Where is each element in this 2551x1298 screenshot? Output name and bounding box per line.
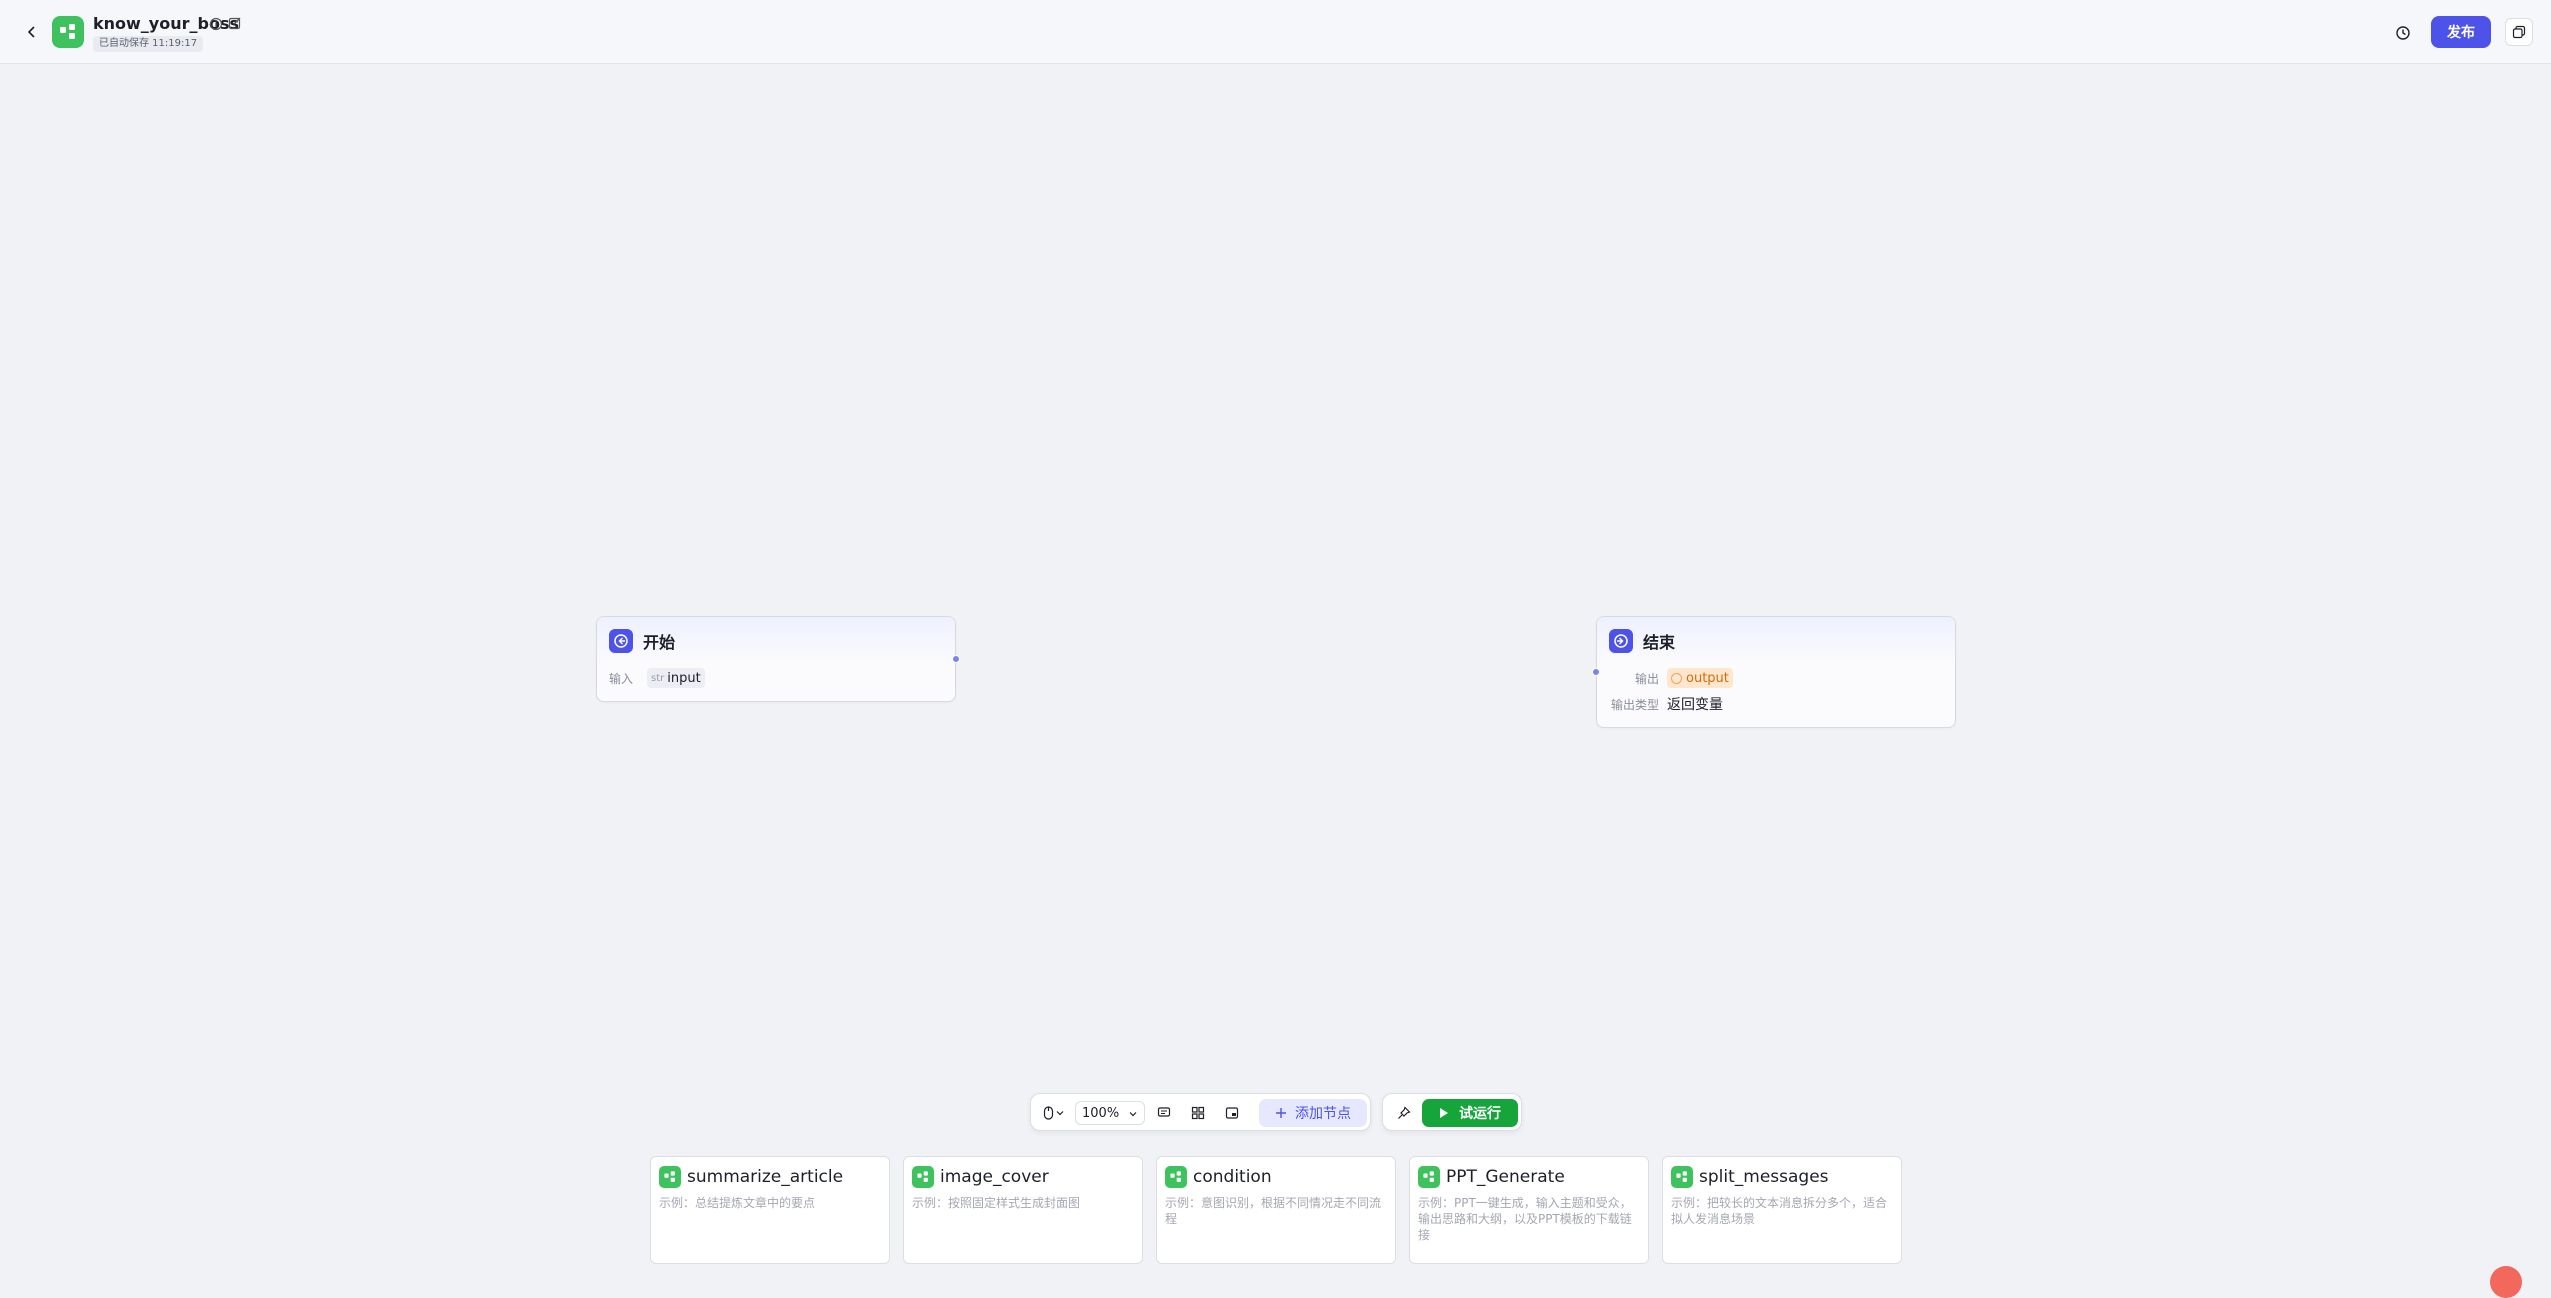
save-status: 已自动保存 11:19:17 — [93, 36, 204, 52]
chevron-down-icon — [1056, 1111, 1064, 1116]
template-card-image-cover[interactable]: image_cover 示例：按照固定样式生成封面图 — [903, 1156, 1143, 1264]
end-node-input-port[interactable] — [1592, 668, 1600, 676]
start-node-header: 开始 — [597, 617, 955, 665]
chevron-left-icon — [27, 26, 35, 38]
test-run-button[interactable]: 试运行 — [1422, 1099, 1518, 1127]
chevron-down-icon — [1129, 1112, 1137, 1117]
comment-button[interactable] — [1153, 1102, 1175, 1124]
minimap-icon — [1225, 1107, 1239, 1119]
end-node-output-type-row: 输出类型 返回变量 — [1597, 691, 1955, 717]
input-label: 输入 — [609, 671, 634, 686]
end-node-title: 结束 — [1643, 633, 1676, 652]
template-description: 示例：把较长的文本消息拆分多个，适合拟人发消息场景 — [1671, 1196, 1888, 1226]
output-variable-tag: output — [1667, 668, 1733, 688]
start-node[interactable]: 开始 输入 str input — [596, 616, 956, 702]
end-node-header: 结束 — [1597, 617, 1955, 665]
workflow-icon — [52, 16, 84, 48]
plus-icon — [1276, 1108, 1286, 1118]
zoom-value: 100% — [1082, 1105, 1120, 1121]
comment-icon — [1157, 1107, 1171, 1117]
info-icon[interactable] — [209, 17, 223, 31]
test-run-label: 试运行 — [1459, 1106, 1501, 1122]
input-variable-tag: str input — [647, 668, 705, 688]
warning-icon — [1671, 672, 1682, 684]
input-type: str — [651, 672, 665, 684]
template-title: split_messages — [1699, 1167, 1829, 1187]
workflow-icon — [659, 1166, 681, 1188]
end-node-icon — [1609, 629, 1633, 653]
add-node-button[interactable]: 添加节点 — [1259, 1099, 1367, 1127]
copy-button[interactable] — [2505, 18, 2533, 46]
end-node[interactable]: 结束 输出 output 输出类型 返回变量 — [1596, 616, 1956, 728]
copy-icon — [2512, 25, 2526, 39]
assistant-avatar[interactable] — [2490, 1266, 2522, 1298]
start-node-title: 开始 — [643, 633, 676, 652]
template-description: 示例：意图识别，根据不同情况走不同流程 — [1165, 1196, 1382, 1226]
start-node-input-row: 输入 str input — [597, 665, 955, 691]
template-description: 示例：按照固定样式生成封面图 — [912, 1196, 1081, 1210]
output-label: 输出 — [1634, 671, 1659, 686]
minimap-button[interactable] — [1221, 1102, 1243, 1124]
layout-icon — [1191, 1106, 1205, 1120]
workflow-icon — [912, 1166, 934, 1188]
template-title: summarize_article — [687, 1167, 844, 1187]
run-toolbar: 试运行 — [1382, 1093, 1522, 1131]
workflow-icon — [1671, 1166, 1693, 1188]
workflow-icon — [1418, 1166, 1440, 1188]
pin-button[interactable] — [1393, 1102, 1415, 1124]
history-button[interactable] — [2390, 20, 2416, 46]
template-title: image_cover — [940, 1167, 1049, 1187]
canvas-toolbar: 100% 添加节点 — [1030, 1093, 1371, 1131]
template-title: PPT_Generate — [1446, 1167, 1565, 1187]
template-card-summarize-article[interactable]: summarize_article 示例：总结提炼文章中的要点 — [650, 1156, 890, 1264]
play-icon — [1440, 1108, 1448, 1118]
interaction-mode-button[interactable] — [1039, 1103, 1069, 1123]
template-card-condition[interactable]: condition 示例：意图识别，根据不同情况走不同流程 — [1156, 1156, 1396, 1264]
start-node-icon — [609, 629, 633, 653]
input-variable-name: input — [667, 670, 701, 686]
auto-layout-button[interactable] — [1187, 1102, 1209, 1124]
template-description: 示例：PPT一键生成，输入主题和受众，输出思路和大纲，以及PPT模板的下载链接 — [1418, 1196, 1632, 1242]
template-title: condition — [1193, 1167, 1272, 1187]
zoom-select[interactable]: 100% — [1075, 1101, 1145, 1125]
end-node-output-row: 输出 output — [1597, 665, 1955, 691]
template-description: 示例：总结提炼文章中的要点 — [659, 1196, 816, 1210]
header: know_your_boss 已自动保存 11:19:17 发布 — [0, 0, 2551, 64]
add-node-label: 添加节点 — [1295, 1106, 1351, 1122]
mouse-icon — [1043, 1106, 1054, 1120]
output-type-label: 输出类型 — [1610, 697, 1659, 712]
output-type-value: 返回变量 — [1667, 697, 1723, 713]
history-icon — [2396, 26, 2410, 40]
start-node-output-port[interactable] — [952, 655, 960, 663]
template-card-ppt-generate[interactable]: PPT_Generate 示例：PPT一键生成，输入主题和受众，输出思路和大纲，… — [1409, 1156, 1649, 1264]
publish-button[interactable]: 发布 — [2431, 16, 2491, 48]
edit-icon[interactable] — [228, 16, 242, 30]
back-button[interactable] — [20, 20, 44, 44]
template-card-split-messages[interactable]: split_messages 示例：把较长的文本消息拆分多个，适合拟人发消息场景 — [1662, 1156, 1902, 1264]
workflow-icon — [1165, 1166, 1187, 1188]
output-variable-name: output — [1686, 670, 1729, 686]
pin-icon — [1398, 1106, 1411, 1119]
